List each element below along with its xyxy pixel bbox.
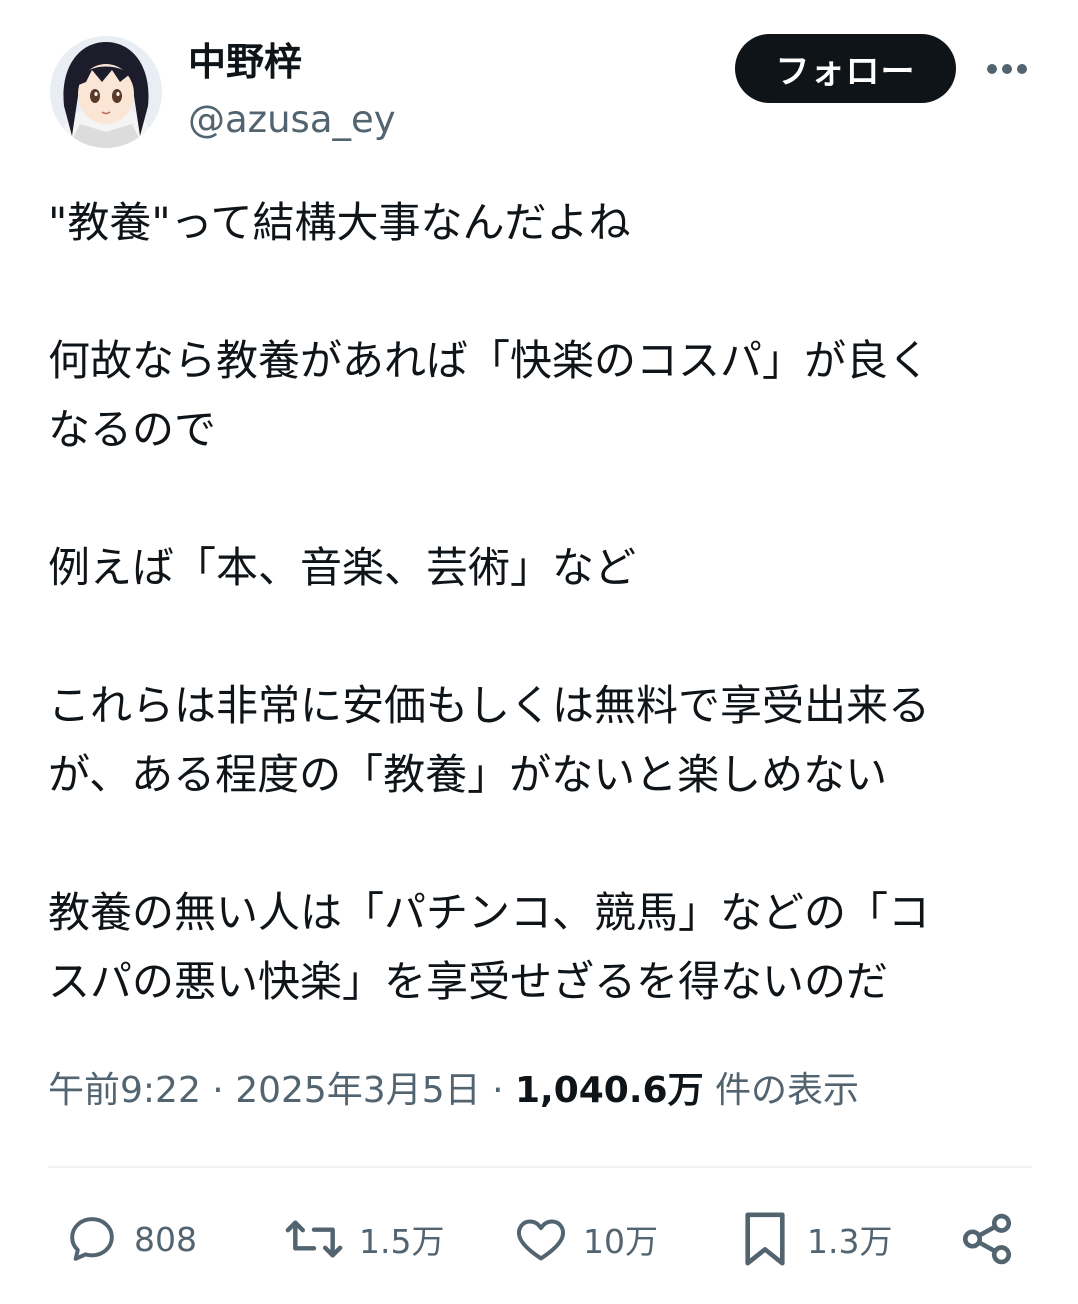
share-icon: [962, 1213, 1012, 1265]
tweet-text: "教養"って結構大事なんだよね 何故なら教養があれば「快楽のコスパ」が良く なる…: [48, 188, 1038, 1016]
reply-count: 808: [134, 1219, 197, 1259]
handle[interactable]: @azusa_ey: [188, 96, 396, 144]
tweet-meta: 午前9:22 · 2025年3月5日 · 1,040.6万 件の表示: [48, 1063, 859, 1119]
reply-button[interactable]: 808: [64, 1206, 197, 1272]
views-label: 件の表示: [703, 1070, 860, 1111]
bookmark-button[interactable]: 1.3万: [737, 1206, 892, 1272]
repost-icon: [285, 1220, 343, 1258]
follow-button[interactable]: フォロー: [735, 34, 956, 103]
tweet-paragraph: "教養"って結構大事なんだよね: [48, 198, 631, 247]
like-button[interactable]: 10万: [513, 1206, 658, 1272]
more-icon[interactable]: [982, 52, 1032, 86]
repost-count: 1.5万: [359, 1222, 445, 1261]
views-count[interactable]: 1,040.6万: [515, 1070, 704, 1111]
tweet-paragraph: 教養の無い人は「パチンコ、競馬」などの「コ スパの悪い快楽」を享受せざるを得ない…: [48, 888, 931, 1006]
divider: [48, 1166, 1032, 1168]
heart-icon: [517, 1219, 565, 1261]
tweet-date[interactable]: 2025年3月5日: [235, 1070, 480, 1111]
like-count: 10万: [583, 1222, 658, 1261]
meta-separator: ·: [480, 1070, 515, 1111]
share-button[interactable]: [958, 1206, 1016, 1272]
follow-button-label: フォロー: [775, 52, 916, 92]
display-name[interactable]: 中野梓: [188, 38, 302, 86]
reply-icon: [70, 1217, 114, 1261]
meta-separator: ·: [200, 1070, 236, 1111]
bookmark-count: 1.3万: [807, 1222, 893, 1261]
repost-button[interactable]: 1.5万: [283, 1206, 444, 1272]
tweet-paragraph: 何故なら教養があれば「快楽のコスパ」が良く なるので: [48, 336, 931, 454]
avatar-image: [50, 36, 162, 148]
avatar[interactable]: [50, 36, 162, 148]
bookmark-icon: [745, 1212, 785, 1266]
tweet-paragraph: 例えば「本、音楽、芸術」など: [48, 543, 637, 592]
tweet-time[interactable]: 午前9:22: [48, 1070, 201, 1111]
tweet-paragraph: これらは非常に安価もしくは無料で享受出来る が、ある程度の「教養」がないと楽しめ…: [48, 681, 931, 799]
